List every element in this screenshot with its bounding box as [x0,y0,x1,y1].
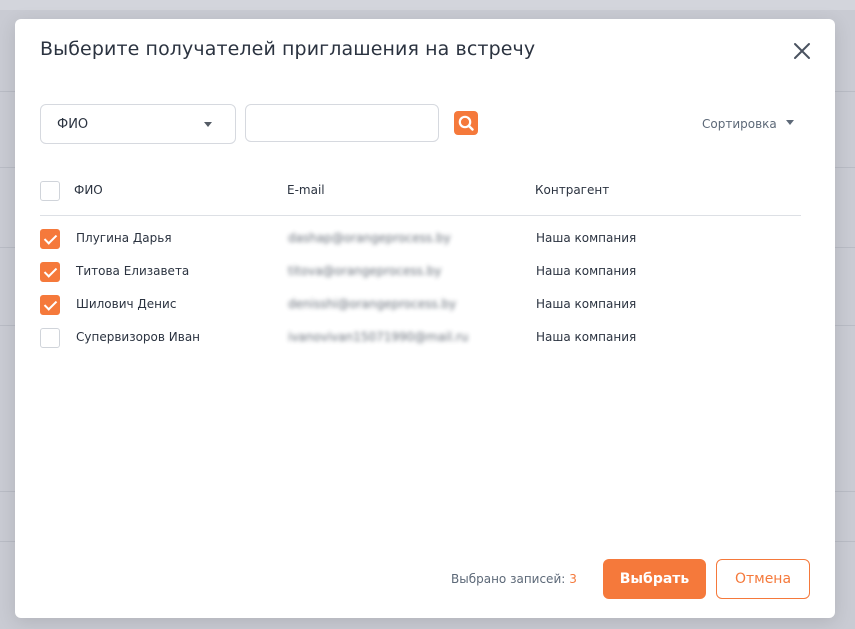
column-header-email: E-mail [287,183,325,197]
row-company: Наша компания [536,297,637,311]
row-email: ivanovivan15071990@mail.ru [288,330,469,344]
table-row[interactable]: Плугина Дарья dashap@orangeprocess.by На… [40,224,801,257]
column-header-name: ФИО [74,183,103,197]
search-input[interactable] [245,104,439,142]
row-checkbox[interactable] [40,295,60,315]
row-checkbox[interactable] [40,328,60,348]
row-name: Шилович Денис [76,297,177,311]
selected-count-text: Выбрано записей: [451,572,566,586]
cancel-button[interactable]: Отмена [716,559,810,599]
table-row[interactable]: Титова Елизавета titova@orangeprocess.by… [40,257,801,290]
table-header: ФИО E-mail Контрагент [40,181,801,216]
dialog-title: Выберите получателей приглашения на встр… [40,38,536,60]
sort-dropdown[interactable]: Сортировка [702,117,794,131]
close-icon [794,43,810,59]
background-header-strip [0,0,855,10]
search-field-value: ФИО [57,117,89,132]
sort-label: Сортировка [702,117,777,131]
row-name: Плугина Дарья [76,231,172,245]
column-header-company: Контрагент [535,183,610,197]
recipients-dialog: Выберите получателей приглашения на встр… [15,19,835,618]
row-email: denisshi@orangeprocess.by [288,297,457,311]
row-email: titova@orangeprocess.by [288,264,442,278]
row-checkbox[interactable] [40,229,60,249]
select-button[interactable]: Выбрать [603,559,706,599]
selected-count-label: Выбрано записей: 3 [451,572,577,586]
select-all-checkbox[interactable] [40,181,60,201]
selected-count-value: 3 [569,572,577,586]
row-company: Наша компания [536,231,637,245]
table-row[interactable]: Шилович Денис denisshi@orangeprocess.by … [40,290,801,323]
search-field-select[interactable]: ФИО [40,104,236,144]
row-email: dashap@orangeprocess.by [288,231,451,245]
search-button[interactable] [454,111,478,135]
table-row[interactable]: Супервизоров Иван ivanovivan15071990@mai… [40,323,801,356]
chevron-down-icon [785,120,794,125]
row-checkbox[interactable] [40,262,60,282]
row-company: Наша компания [536,264,637,278]
chevron-down-icon [204,122,212,127]
row-company: Наша компания [536,330,637,344]
close-button[interactable] [792,41,812,61]
row-name: Супервизоров Иван [76,330,201,344]
row-name: Титова Елизавета [76,264,190,278]
search-icon [458,115,474,131]
